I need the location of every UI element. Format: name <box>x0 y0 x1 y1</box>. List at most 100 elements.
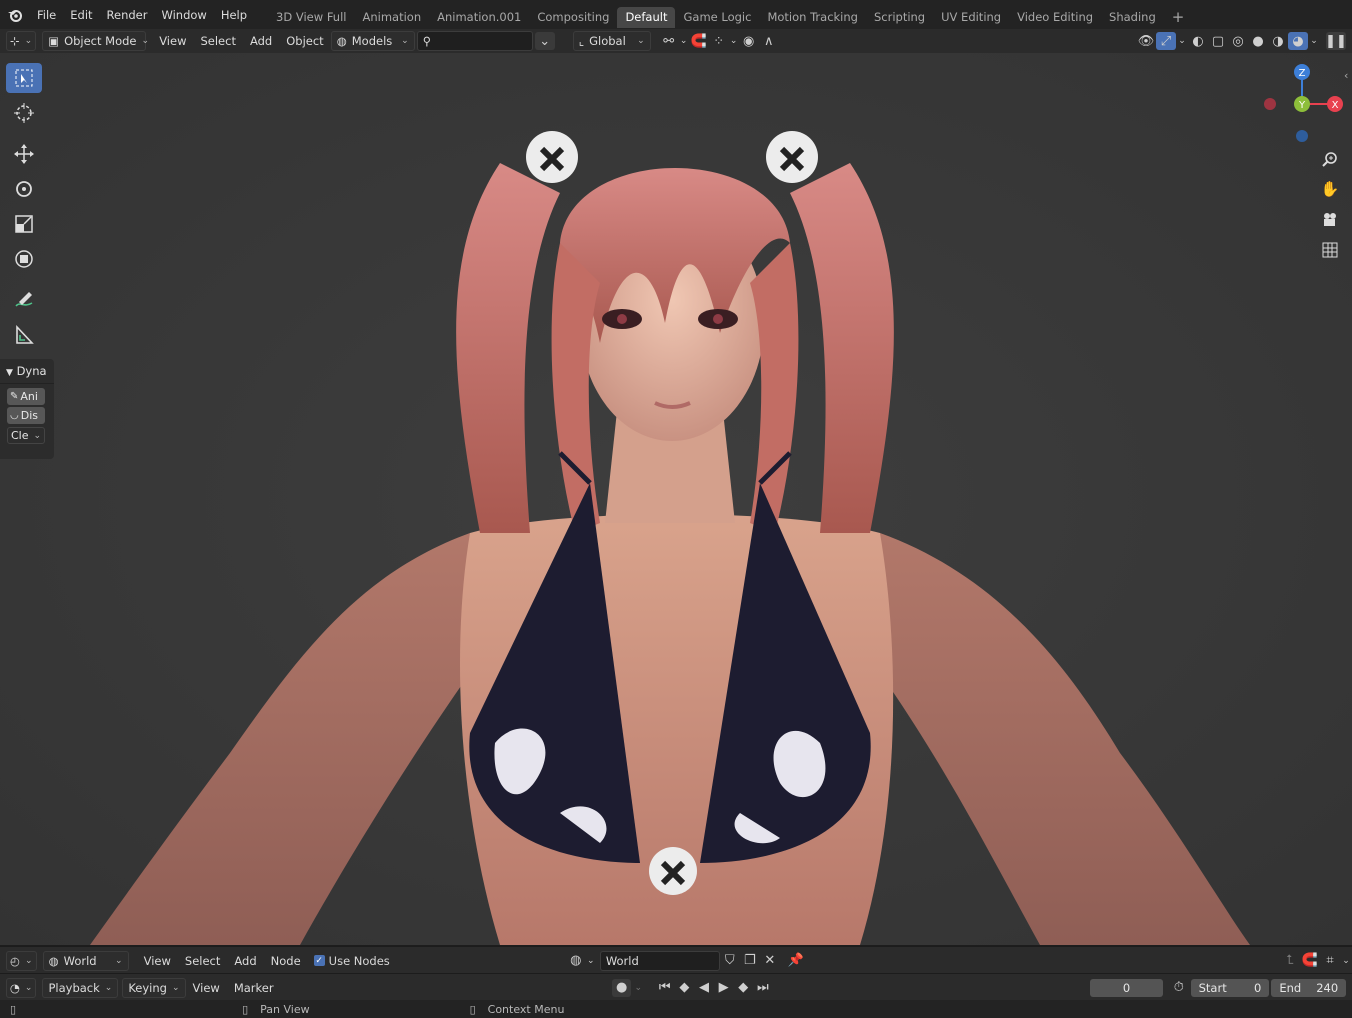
dyna-panel-header[interactable]: ▼ Dyna <box>0 359 54 384</box>
jump-start-icon[interactable]: ⏮ <box>655 979 675 997</box>
dyna-dis-button[interactable]: ◡ Dis <box>7 407 45 424</box>
playback-dropdown[interactable]: Playback ⌄ <box>42 977 119 998</box>
filter-dropdown-button[interactable]: ⌄ <box>534 32 555 50</box>
snap-icon[interactable]: 🧲 <box>689 32 709 50</box>
chevron-down-icon[interactable]: ⌄ <box>729 32 739 50</box>
mode-dropdown[interactable]: ▣ Object Mode ⌄ <box>42 31 149 51</box>
pause-render-icon[interactable]: ❚❚ <box>1325 32 1347 50</box>
tab-compositing[interactable]: Compositing <box>529 7 617 28</box>
menu-edit[interactable]: Edit <box>63 5 99 25</box>
material-shading-icon[interactable]: ◑ <box>1268 32 1288 50</box>
orientation-dropdown[interactable]: ⌞ Global ⌄ <box>572 31 651 51</box>
unlink-close-icon[interactable]: ✕ <box>760 952 780 970</box>
chevron-down-icon[interactable]: ⌄ <box>1308 32 1320 50</box>
menu-file[interactable]: File <box>30 5 63 25</box>
transform-tool-icon[interactable] <box>6 244 42 274</box>
menu-view[interactable]: View <box>152 31 193 51</box>
cursor-tool-icon[interactable] <box>6 98 42 128</box>
menu-window[interactable]: Window <box>154 5 213 25</box>
menu-add[interactable]: Add <box>243 31 279 51</box>
node-menu-node[interactable]: Node <box>264 951 308 971</box>
node-menu-add[interactable]: Add <box>227 951 263 971</box>
use-nodes-toggle[interactable]: ✓ Use Nodes <box>313 954 390 968</box>
tab-default[interactable]: Default <box>617 7 676 28</box>
end-frame-field[interactable]: End 240 <box>1271 978 1347 997</box>
measure-tool-icon[interactable] <box>6 320 42 350</box>
snap-grid-icon[interactable]: ⁘ <box>709 32 729 50</box>
chevron-down-icon[interactable]: ⌄ <box>1340 952 1352 970</box>
rendered-shading-icon[interactable]: ◕ <box>1288 32 1308 50</box>
chevron-down-icon[interactable]: ⌄ <box>679 32 689 50</box>
solid-shading-icon[interactable]: ● <box>1248 32 1268 50</box>
select-box-tool-icon[interactable] <box>6 63 42 93</box>
editor-type-dropdown[interactable]: ⊹ ⌄ <box>6 31 37 51</box>
node-menu-view[interactable]: View <box>137 951 178 971</box>
3d-viewport[interactable]: ▼ Dyna ✎ Ani ◡ Dis Cle ⌄ Z X Y ‹ ✋ <box>0 53 1352 945</box>
editor-type-dropdown[interactable]: ◔ ⌄ <box>5 977 37 998</box>
menu-render[interactable]: Render <box>100 5 155 25</box>
snap-grid-icon[interactable]: ⌗ <box>1320 952 1340 970</box>
keying-dropdown[interactable]: Keying ⌄ <box>122 977 186 998</box>
add-workspace-button[interactable]: + <box>1164 7 1193 28</box>
record-icon[interactable]: ● <box>611 978 632 997</box>
world-name-field[interactable]: World <box>599 950 720 971</box>
pivot-point-icon[interactable]: ⚯ <box>659 32 679 50</box>
chevron-down-icon[interactable]: ⌄ <box>631 979 645 997</box>
gizmo-toggle-icon[interactable]: ⤢ <box>1156 32 1176 50</box>
camera-view-icon[interactable] <box>1318 208 1342 232</box>
tab-3d-view-full[interactable]: 3D View Full <box>268 7 354 28</box>
pin-icon[interactable]: 📌 <box>786 952 806 970</box>
falloff-icon[interactable]: ∧ <box>759 32 779 50</box>
scale-tool-icon[interactable] <box>6 209 42 239</box>
tab-scripting[interactable]: Scripting <box>866 7 933 28</box>
tab-game-logic[interactable]: Game Logic <box>675 7 759 28</box>
tab-uv-editing[interactable]: UV Editing <box>933 7 1009 28</box>
current-frame-field[interactable]: 0 <box>1090 978 1164 997</box>
play-reverse-icon[interactable]: ◀ <box>694 979 714 997</box>
timeline-menu-view[interactable]: View <box>186 978 227 998</box>
menu-select[interactable]: Select <box>193 31 242 51</box>
play-icon[interactable]: ▶ <box>714 979 734 997</box>
collapse-sidebar-icon[interactable]: ‹ <box>1344 69 1348 82</box>
overlays-icon[interactable]: ◐ <box>1188 32 1208 50</box>
pan-hand-icon[interactable]: ✋ <box>1318 177 1342 201</box>
tab-motion-tracking[interactable]: Motion Tracking <box>759 7 866 28</box>
navigation-gizmo[interactable]: Z X Y <box>1256 63 1352 153</box>
proportional-edit-icon[interactable]: ◉ <box>739 32 759 50</box>
rotate-tool-icon[interactable] <box>6 174 42 204</box>
chevron-down-icon[interactable]: ⌄ <box>586 952 596 970</box>
move-tool-icon[interactable] <box>6 139 42 169</box>
start-frame-field[interactable]: Start 0 <box>1190 978 1270 997</box>
annotate-tool-icon[interactable] <box>6 285 42 315</box>
node-menu-select[interactable]: Select <box>178 951 227 971</box>
tab-shading[interactable]: Shading <box>1101 7 1164 28</box>
visibility-icon[interactable]: 👁 <box>1136 32 1156 50</box>
chevron-down-icon[interactable]: ⌄ <box>1176 32 1188 50</box>
tab-animation-001[interactable]: Animation.001 <box>429 7 529 28</box>
tab-animation[interactable]: Animation <box>354 7 429 28</box>
world-browse-icon[interactable]: ◍ <box>566 952 586 970</box>
wireframe-shading-icon[interactable]: ◎ <box>1228 32 1248 50</box>
duplicate-icon[interactable]: ❐ <box>740 952 760 970</box>
dyna-cle-dropdown[interactable]: Cle ⌄ <box>7 427 45 444</box>
parent-node-tree-icon[interactable]: ⮤ <box>1280 952 1300 970</box>
editor-type-dropdown[interactable]: ◴ ⌄ <box>6 950 37 971</box>
dyna-ani-button[interactable]: ✎ Ani <box>7 388 45 405</box>
search-field[interactable]: ⚲ <box>416 31 533 51</box>
tab-video-editing[interactable]: Video Editing <box>1009 7 1101 28</box>
shader-type-dropdown[interactable]: ◍ World ⌄ <box>42 950 129 971</box>
next-keyframe-icon[interactable]: ◆ <box>733 979 753 997</box>
grid-view-icon[interactable] <box>1318 238 1342 262</box>
stopwatch-icon[interactable]: ⏱ <box>1169 979 1189 997</box>
timeline-menu-marker[interactable]: Marker <box>227 978 281 998</box>
prev-keyframe-icon[interactable]: ◆ <box>675 979 695 997</box>
menu-object[interactable]: Object <box>279 31 330 51</box>
collection-dropdown[interactable]: ◍ Models ⌄ <box>330 31 415 51</box>
xray-icon[interactable]: ▢ <box>1208 32 1228 50</box>
blender-logo-icon[interactable] <box>0 8 30 22</box>
jump-end-icon[interactable]: ⏭ <box>753 979 773 997</box>
snap-icon[interactable]: 🧲 <box>1300 952 1320 970</box>
zoom-icon[interactable] <box>1318 147 1342 171</box>
menu-help[interactable]: Help <box>214 5 254 25</box>
fake-user-shield-icon[interactable]: ⛉ <box>720 952 740 970</box>
